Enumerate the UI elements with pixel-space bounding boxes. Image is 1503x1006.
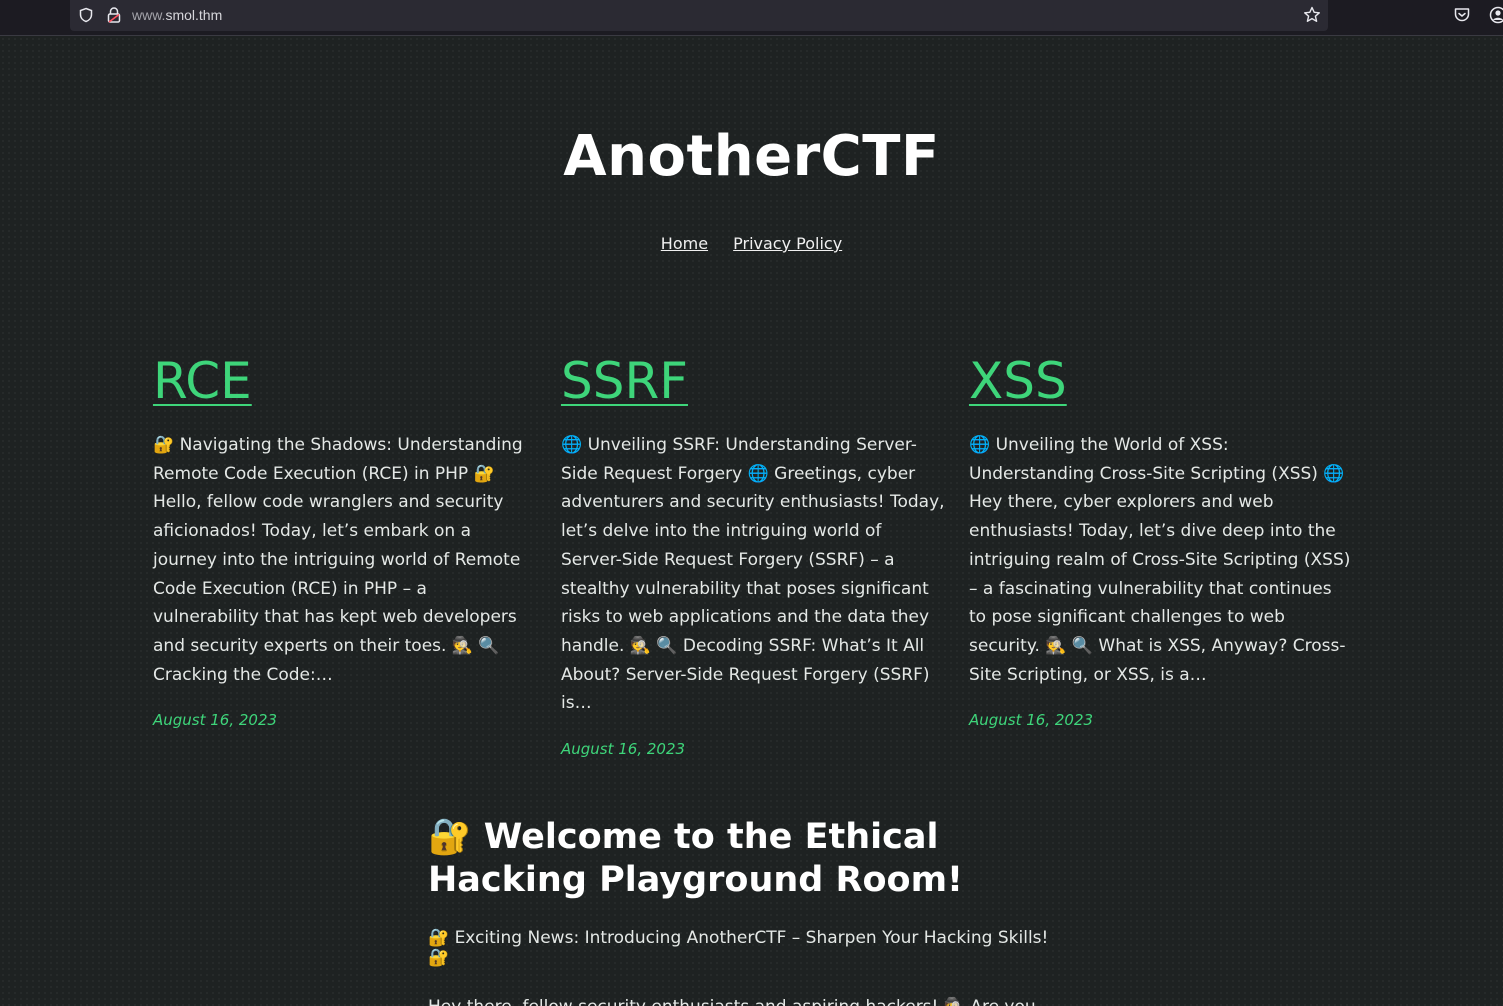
post-card-ssrf: SSRF 🌐 Unveiling SSRF: Understanding Ser… <box>561 354 945 759</box>
page-content: AnotherCTF Home Privacy Policy RCE 🔐 Nav… <box>0 36 1503 1006</box>
post-date: August 16, 2023 <box>969 711 1094 730</box>
account-icon[interactable] <box>1489 6 1503 24</box>
intro-paragraph: Hey there, fellow security enthusiasts a… <box>428 997 1068 1006</box>
welcome-section: 🔐 Welcome to the Ethical Hacking Playgro… <box>428 816 1068 1006</box>
pocket-icon[interactable] <box>1453 6 1471 24</box>
post-title-link[interactable]: RCE <box>153 354 252 409</box>
url-domain: smol.thm <box>165 7 223 23</box>
address-bar[interactable]: www.smol.thm <box>70 0 1328 31</box>
browser-toolbar: www.smol.thm <box>0 0 1503 36</box>
post-title-link[interactable]: XSS <box>969 354 1067 409</box>
post-card-xss: XSS 🌐 Unveiling the World of XSS: Unders… <box>969 354 1353 730</box>
lock-icon[interactable] <box>106 6 122 24</box>
news-line: 🔐 Exciting News: Introducing AnotherCTF … <box>428 928 1049 968</box>
post-excerpt: 🌐 Unveiling SSRF: Understanding Server-S… <box>561 435 945 714</box>
post-date: August 16, 2023 <box>561 740 686 759</box>
post-excerpt: 🔐 Navigating the Shadows: Understanding … <box>153 435 523 685</box>
shield-icon[interactable] <box>78 7 94 23</box>
url-prefix: www. <box>132 7 166 23</box>
post-card-rce: RCE 🔐 Navigating the Shadows: Understand… <box>153 354 537 730</box>
nav-home-link[interactable]: Home <box>661 234 708 253</box>
welcome-heading: 🔐 Welcome to the Ethical Hacking Playgro… <box>428 817 963 900</box>
site-title[interactable]: AnotherCTF <box>0 124 1503 189</box>
post-excerpt: 🌐 Unveiling the World of XSS: Understand… <box>969 435 1351 685</box>
star-icon[interactable] <box>1302 5 1322 25</box>
main-nav: Home Privacy Policy <box>0 234 1503 253</box>
url-text[interactable]: www.smol.thm <box>132 7 222 23</box>
post-date: August 16, 2023 <box>153 711 278 730</box>
post-title-link[interactable]: SSRF <box>561 354 688 409</box>
nav-privacy-link[interactable]: Privacy Policy <box>733 234 842 253</box>
